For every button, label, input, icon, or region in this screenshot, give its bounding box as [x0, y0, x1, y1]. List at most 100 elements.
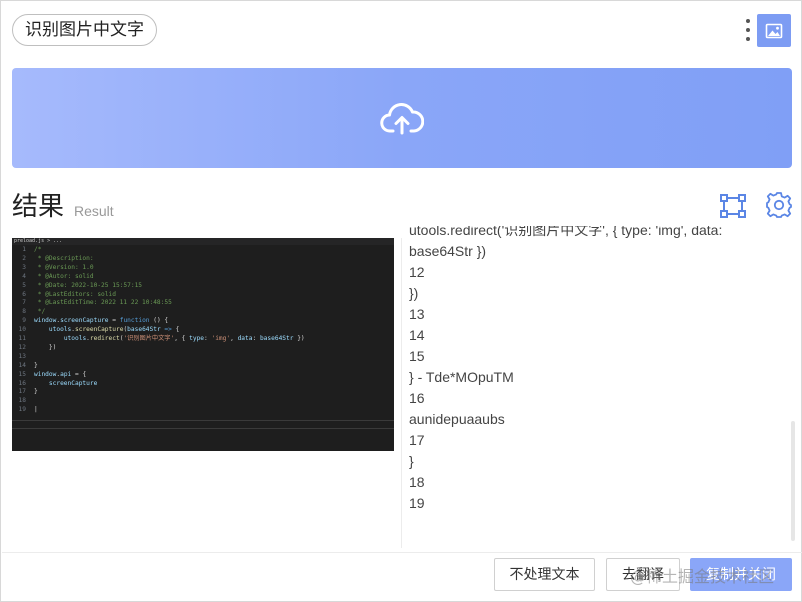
line-number: 9 [22, 317, 26, 325]
result-title: 结果 [12, 192, 65, 222]
line-number: 8 [22, 308, 26, 316]
code-token: base64Str [259, 335, 294, 342]
app-window: 识别图片中文字 结果 Result preload.js > ... 1 /* … [0, 0, 802, 602]
code-line: 6 * @LastEditors: solid [12, 291, 116, 300]
result-subtitle: Result [74, 203, 114, 219]
line-number: 12 [18, 343, 26, 351]
code-line: 16 screenCapture [12, 379, 98, 389]
text-scrollbar[interactable] [791, 421, 795, 541]
code-token: : [252, 335, 260, 342]
text-line: 12 [409, 264, 425, 280]
copy-and-close-button[interactable]: 复制并关闭 [690, 558, 792, 591]
line-number: 19 [18, 406, 26, 414]
line-number: 6 [22, 290, 26, 298]
text-line: }) [409, 285, 419, 301]
gear-glyph [766, 192, 792, 218]
text-line: utools.redirect('识别图片中文字', { type: 'img'… [409, 226, 723, 238]
code-token: * @LastEditTime: 2022 11 22 10:48:55 [34, 299, 172, 307]
code-line: 17} [12, 388, 38, 397]
code-token: , { [174, 335, 190, 342]
editor-current-line [12, 420, 394, 429]
dot [746, 28, 750, 32]
code-line: 7 * @LastEditTime: 2022 11 22 10:48:55 [12, 299, 172, 308]
no-process-text-button[interactable]: 不处理文本 [494, 558, 595, 591]
code-token: utools [63, 335, 87, 342]
upload-area[interactable] [12, 68, 792, 168]
line-number: 14 [18, 361, 26, 369]
code-token: * @Date: 2022-10-25 15:57:15 [34, 281, 143, 289]
code-line: 12 }) [12, 343, 57, 353]
code-token: * @Version: 1.0 [34, 263, 94, 271]
recognized-text-area[interactable]: utools.redirect('识别图片中文字', { type: 'img'… [409, 226, 789, 548]
code-token: * @LastEditors: solid [34, 290, 116, 298]
code-token: => [160, 326, 176, 334]
code-token: * @Autor: solid [34, 272, 94, 280]
text-line: 19 [409, 495, 425, 511]
code-line: 14} [12, 362, 38, 371]
page-title: 识别图片中文字 [12, 14, 157, 46]
code-line: 15 window.api = { [12, 370, 87, 380]
line-number: 3 [22, 263, 26, 271]
line-number: 18 [18, 397, 26, 405]
code-token: 'img' [211, 335, 231, 342]
code-token: screenCapture [75, 326, 124, 334]
code-line: 5 * @Date: 2022-10-25 15:57:15 [12, 282, 142, 291]
line-number: 16 [18, 379, 26, 387]
code-token: screenCapture [48, 379, 98, 387]
editor-tab: preload.js > ... [12, 238, 394, 245]
line-number: 2 [22, 254, 26, 262]
code-token: redirect [89, 335, 120, 342]
crop-frame-icon[interactable] [719, 193, 747, 219]
translate-button[interactable]: 去翻译 [606, 558, 680, 591]
code-token: = { [71, 370, 87, 378]
code-line: 9 window.screenCapture = function () { [12, 317, 168, 326]
code-line: 8 */ [12, 308, 45, 317]
code-line: 4 * @Autor: solid [12, 272, 94, 282]
code-token: window [34, 370, 57, 378]
code-token: }) [34, 343, 57, 351]
code-token: screenCapture [60, 317, 109, 325]
code-token: /* [34, 246, 42, 253]
line-number: 5 [22, 281, 26, 289]
crop-frame-glyph [720, 194, 746, 218]
gear-icon[interactable] [765, 191, 793, 219]
text-line: 13 [409, 306, 425, 322]
line-number: 15 [18, 370, 26, 378]
code-line: 2 * @Description: [12, 254, 94, 264]
code-token: , [230, 335, 238, 342]
code-token: function [119, 317, 150, 325]
code-token: * @Description: [34, 254, 94, 262]
code-line: 1 /* [12, 246, 41, 255]
image-icon[interactable] [757, 14, 791, 47]
line-number: 7 [22, 299, 26, 307]
text-line: base64Str }) [409, 243, 487, 259]
code-token: window [34, 317, 57, 325]
source-image-preview: preload.js > ... 1/* 2 * @Description: 3 *… [12, 238, 394, 451]
line-number: 10 [18, 326, 26, 334]
image-glyph [765, 23, 783, 38]
text-line: } - Tde*MOpuTM [409, 369, 514, 385]
code-token: | [34, 406, 38, 414]
code-token: base64Str [127, 326, 161, 334]
text-line: 14 [409, 327, 425, 343]
code-token: }) [293, 335, 305, 342]
code-line: 10 utools.screenCapture(base64Str => { [12, 326, 180, 335]
text-line: } [409, 453, 414, 469]
code-token: = [108, 317, 120, 325]
line-number: 4 [22, 272, 26, 280]
code-token: } [34, 388, 38, 396]
text-line: 17 [409, 432, 425, 448]
code-token: utools [48, 326, 72, 334]
code-token: '识别图片中文字' [123, 335, 175, 342]
code-token: api [60, 370, 72, 378]
more-menu-icon[interactable] [741, 17, 755, 43]
cloud-upload-icon [380, 103, 424, 135]
dot [746, 37, 750, 41]
code-line: 13 [12, 353, 34, 362]
line-number: 11 [18, 335, 26, 342]
panel-divider [401, 238, 402, 548]
code-line: 19 | [12, 406, 38, 415]
code-line: 11 utools.redirect('识别图片中文字', { type: 'i… [12, 335, 305, 344]
